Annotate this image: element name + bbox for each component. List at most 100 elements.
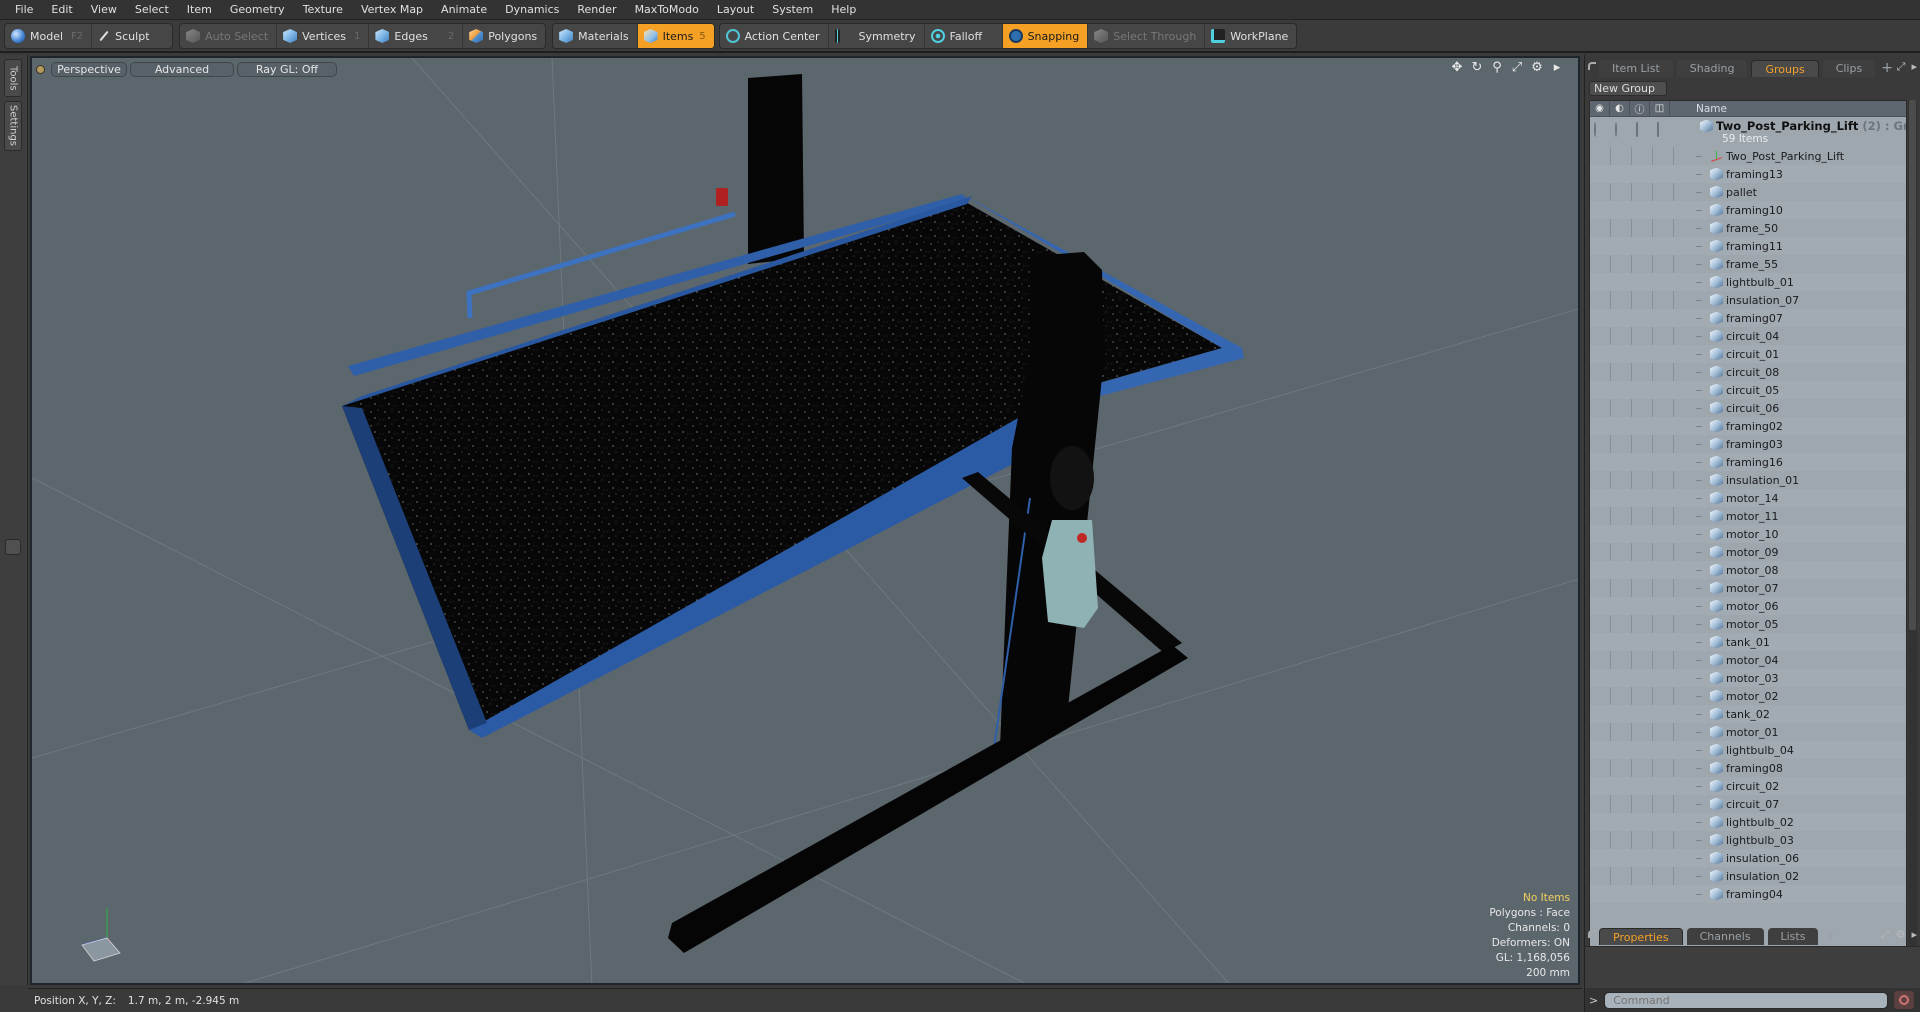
gear-icon[interactable]: ⚙ (1896, 928, 1906, 942)
menu-item[interactable]: Item (178, 0, 221, 20)
list-item[interactable]: frame_50 (1590, 219, 1906, 237)
select-checkbox[interactable] (1657, 122, 1659, 137)
command-input[interactable] (1604, 991, 1889, 1009)
list-item[interactable]: circuit_05 (1590, 381, 1906, 399)
list-item[interactable]: framing13 (1590, 165, 1906, 183)
panel-corner-icon[interactable] (1588, 930, 1596, 938)
add-tab-icon[interactable]: + (1824, 928, 1836, 945)
bottom-tab-channels[interactable]: Channels (1686, 928, 1764, 945)
materials-button[interactable]: Materials (553, 24, 638, 48)
list-item[interactable]: motor_09 (1590, 543, 1906, 561)
menu-file[interactable]: File (6, 0, 42, 20)
menu-geometry[interactable]: Geometry (221, 0, 294, 20)
shading-dropdown[interactable]: Advanced (130, 61, 234, 77)
menu-dynamics[interactable]: Dynamics (496, 0, 568, 20)
list-item[interactable]: motor_08 (1590, 561, 1906, 579)
gear-icon[interactable]: ⚙ (1530, 60, 1544, 75)
top-tab-groups[interactable]: Groups (1751, 60, 1819, 77)
record-macro-button[interactable] (1894, 991, 1915, 1009)
list-item[interactable]: circuit_01 (1590, 345, 1906, 363)
action-center-button[interactable]: Action Center (720, 24, 829, 48)
falloff-button[interactable]: Falloff (925, 24, 1003, 48)
list-item[interactable]: lightbulb_01 (1590, 273, 1906, 291)
menu-texture[interactable]: Texture (294, 0, 352, 20)
render-column-icon[interactable]: ◐ (1610, 101, 1630, 117)
items-button[interactable]: Items 5 (637, 24, 714, 48)
menu-maxtomodo[interactable]: MaxToModo (626, 0, 708, 20)
menu-select[interactable]: Select (126, 0, 178, 20)
workplane-button[interactable]: WorkPlane (1205, 24, 1296, 48)
list-item[interactable]: motor_06 (1590, 597, 1906, 615)
snapping-button[interactable]: Snapping (1002, 24, 1089, 48)
list-item[interactable]: frame_55 (1590, 255, 1906, 273)
list-item[interactable]: motor_01 (1590, 723, 1906, 741)
panel-arrow-icon[interactable]: ▸ (1911, 928, 1917, 942)
vertices-button[interactable]: Vertices 1 (277, 24, 370, 48)
panel-corner-icon[interactable] (1588, 62, 1596, 70)
viewport-menu-dot[interactable] (36, 64, 45, 74)
list-item[interactable]: insulation_07 (1590, 291, 1906, 309)
rotate-icon[interactable]: ↻ (1470, 60, 1484, 75)
maximize-panel-icon[interactable]: ⤢ (1897, 60, 1906, 74)
visibility-eye-icon[interactable] (1594, 122, 1596, 137)
list-item[interactable]: lightbulb_02 (1590, 813, 1906, 831)
list-item[interactable]: motor_11 (1590, 507, 1906, 525)
list-item[interactable]: framing08 (1590, 759, 1906, 777)
list-item[interactable]: framing16 (1590, 453, 1906, 471)
settings-tab[interactable]: Settings (4, 101, 22, 151)
visibility-column-icon[interactable]: ◉ (1590, 101, 1610, 117)
list-item[interactable]: framing11 (1590, 237, 1906, 255)
list-item[interactable]: framing10 (1590, 201, 1906, 219)
3d-viewport[interactable]: Perspective Advanced Ray GL: Off ✥ ↻ ⚲ ⤢… (30, 56, 1580, 985)
groups-scrollbar[interactable] (1908, 100, 1917, 975)
list-item[interactable]: circuit_07 (1590, 795, 1906, 813)
list-item[interactable]: circuit_06 (1590, 399, 1906, 417)
list-item[interactable]: framing02 (1590, 417, 1906, 435)
menu-edit[interactable]: Edit (42, 0, 81, 20)
model-button[interactable]: Model F2 (5, 24, 93, 48)
list-item[interactable]: circuit_08 (1590, 363, 1906, 381)
add-tab-icon[interactable]: + (1881, 60, 1893, 77)
list-item[interactable]: motor_05 (1590, 615, 1906, 633)
auto-select-button[interactable]: Auto Select (180, 24, 278, 48)
list-item[interactable]: motor_02 (1590, 687, 1906, 705)
list-item[interactable]: lightbulb_03 (1590, 831, 1906, 849)
lock-column-icon[interactable]: ⓘ (1630, 101, 1650, 117)
list-item[interactable]: Two_Post_Parking_Lift (1590, 147, 1906, 165)
list-item[interactable]: framing07 (1590, 309, 1906, 327)
list-item[interactable]: circuit_02 (1590, 777, 1906, 795)
list-item[interactable]: motor_10 (1590, 525, 1906, 543)
list-item[interactable]: insulation_02 (1590, 867, 1906, 885)
list-item[interactable]: circuit_04 (1590, 327, 1906, 345)
menu-view[interactable]: View (82, 0, 126, 20)
list-item[interactable]: motor_14 (1590, 489, 1906, 507)
top-tab-item-list[interactable]: Item List (1599, 60, 1673, 77)
menu-help[interactable]: Help (822, 0, 865, 20)
list-item[interactable]: lightbulb_04 (1590, 741, 1906, 759)
list-item[interactable]: motor_04 (1590, 651, 1906, 669)
list-item[interactable]: pallet (1590, 183, 1906, 201)
select-through-button[interactable]: Select Through (1088, 24, 1206, 48)
menu-vertex-map[interactable]: Vertex Map (352, 0, 432, 20)
sculpt-button[interactable]: Sculpt (92, 24, 172, 48)
name-column-header[interactable]: Name (1670, 103, 1727, 115)
menu-animate[interactable]: Animate (432, 0, 496, 20)
strip-toggle-button[interactable] (5, 539, 21, 555)
select-column-icon[interactable]: ◫ (1650, 101, 1670, 117)
maximize-panel-icon[interactable]: ⤢ (1881, 928, 1890, 942)
expand-arrow-icon[interactable]: ▸ (1550, 60, 1564, 75)
tools-tab[interactable]: Tools (4, 59, 22, 97)
list-item[interactable]: insulation_06 (1590, 849, 1906, 867)
maximize-icon[interactable]: ⤢ (1510, 60, 1524, 75)
bottom-tab-properties[interactable]: Properties (1599, 928, 1683, 945)
zoom-icon[interactable]: ⚲ (1490, 60, 1504, 75)
panel-arrow-icon[interactable]: ▸ (1911, 60, 1917, 74)
list-item[interactable]: insulation_01 (1590, 471, 1906, 489)
lock-checkbox[interactable] (1636, 122, 1638, 137)
list-item[interactable]: motor_07 (1590, 579, 1906, 597)
new-group-button[interactable]: New Group (1589, 81, 1667, 96)
top-tab-shading[interactable]: Shading (1676, 60, 1748, 77)
view-mode-dropdown[interactable]: Perspective (51, 61, 127, 77)
render-toggle-icon[interactable] (1615, 122, 1617, 137)
scrollbar-thumb[interactable] (1909, 100, 1916, 630)
